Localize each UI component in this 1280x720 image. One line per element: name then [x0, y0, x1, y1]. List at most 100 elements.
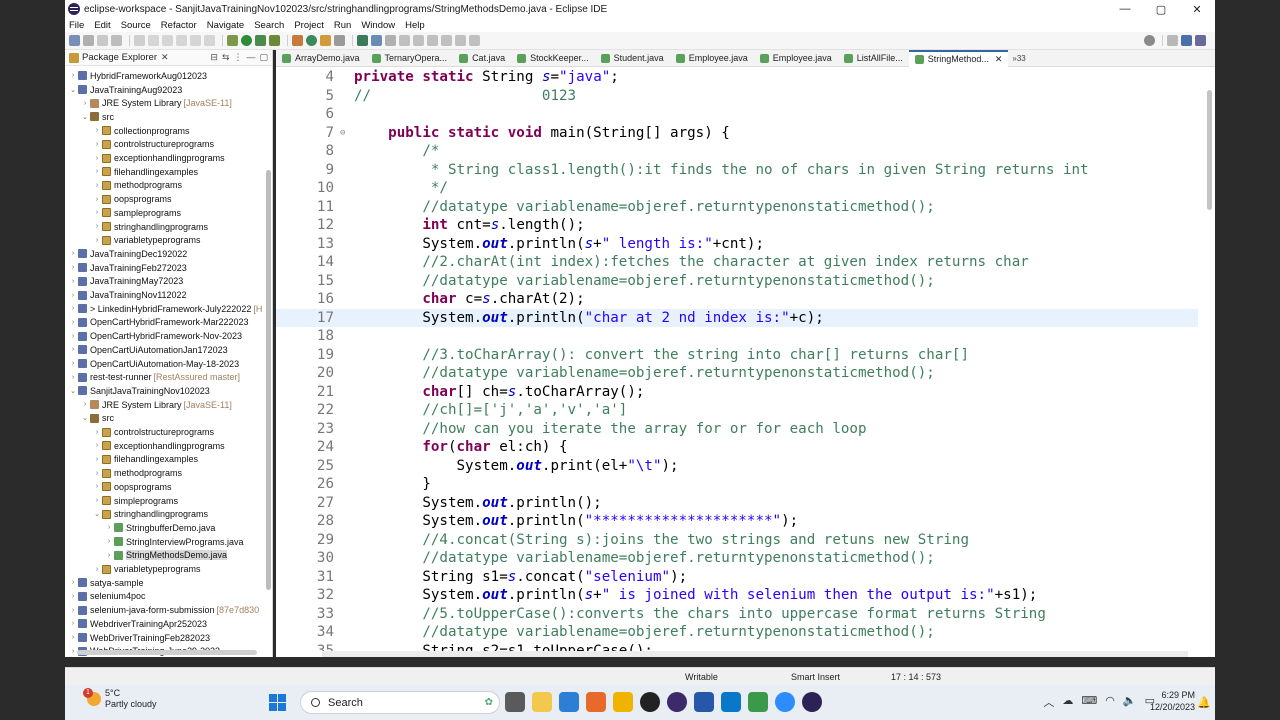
- code-line[interactable]: 30 //datatype variablename=objeref.retur…: [276, 549, 1198, 568]
- tree-item[interactable]: › StringInterviewPrograms.java: [105, 535, 244, 549]
- tree-item[interactable]: › exceptionhandlingprograms: [93, 151, 225, 165]
- java-perspective-icon[interactable]: [1181, 35, 1192, 46]
- chevron-right-icon[interactable]: ›: [69, 278, 77, 285]
- chevron-right-icon[interactable]: ›: [69, 250, 77, 257]
- new-package-icon[interactable]: [306, 35, 317, 46]
- notepad-icon[interactable]: [748, 692, 768, 712]
- new-java-project-icon[interactable]: [292, 35, 303, 46]
- chevron-right-icon[interactable]: ›: [93, 127, 101, 134]
- chevron-right-icon[interactable]: ›: [93, 196, 101, 203]
- tree-item[interactable]: › satya-sample: [69, 576, 144, 590]
- code-line[interactable]: 13 System.out.println(s+" length is:"+cn…: [276, 235, 1198, 254]
- tree-item[interactable]: › oopsprograms: [93, 480, 172, 494]
- view-menu-icon[interactable]: ⋮: [233, 52, 242, 63]
- package-explorer-hscrollbar[interactable]: [77, 650, 257, 655]
- code-line[interactable]: 24 for(char el:ch) {: [276, 438, 1198, 457]
- chevron-right-icon[interactable]: ›: [69, 620, 77, 627]
- code-line[interactable]: 25 System.out.print(el+"\t");: [276, 457, 1198, 476]
- word-icon[interactable]: [694, 692, 714, 712]
- tree-item[interactable]: › exceptionhandlingprograms: [93, 439, 225, 453]
- new-class-icon[interactable]: [320, 35, 331, 46]
- close-view-icon[interactable]: ✕: [161, 52, 169, 63]
- suspend-icon[interactable]: [162, 35, 173, 46]
- edit-icon[interactable]: [371, 35, 382, 46]
- tree-item[interactable]: › variabletypeprograms: [93, 562, 201, 576]
- chevron-right-icon[interactable]: ›: [93, 456, 101, 463]
- chevron-right-icon[interactable]: ›: [69, 648, 77, 655]
- more-tabs-indicator[interactable]: »33: [1012, 54, 1025, 63]
- code-line[interactable]: 27 System.out.println();: [276, 494, 1198, 513]
- collapse-all-icon[interactable]: ⊟: [210, 52, 218, 63]
- terminate-icon[interactable]: [176, 35, 187, 46]
- code-line[interactable]: 29 //4.concat(String s):joins the two st…: [276, 531, 1198, 550]
- menu-help[interactable]: Help: [405, 20, 425, 31]
- chevron-right-icon[interactable]: ›: [69, 333, 77, 340]
- debug-icon[interactable]: [227, 35, 238, 46]
- tree-item[interactable]: › simpleprograms: [93, 494, 178, 508]
- close-tab-icon[interactable]: ✕: [995, 54, 1003, 65]
- tree-item[interactable]: › methodprograms: [93, 466, 182, 480]
- chevron-right-icon[interactable]: ›: [93, 442, 101, 449]
- chevron-up-icon[interactable]: ︿: [1043, 694, 1054, 710]
- code-line[interactable]: 4 private static String s="java";: [276, 68, 1198, 87]
- chevron-down-icon[interactable]: ⌄: [69, 387, 77, 395]
- editor-tab[interactable]: StockKeeper...: [511, 50, 595, 67]
- wifi-icon[interactable]: ◠: [1105, 694, 1115, 710]
- tree-item[interactable]: › rest-test-runner [RestAssured master]: [69, 370, 240, 384]
- edge-icon[interactable]: [721, 692, 741, 712]
- menu-file[interactable]: File: [69, 20, 84, 31]
- chevron-right-icon[interactable]: ›: [69, 305, 77, 312]
- onedrive-icon[interactable]: ☁: [1062, 694, 1073, 710]
- minimize-button[interactable]: —: [1107, 0, 1143, 18]
- tree-item[interactable]: › > LinkedinHybridFramework-July222022 [H: [69, 302, 263, 316]
- chevron-right-icon[interactable]: ›: [81, 100, 89, 107]
- chevron-down-icon[interactable]: ⌄: [81, 113, 89, 121]
- tree-item[interactable]: › sampleprograms: [93, 206, 181, 220]
- notification-bell-icon[interactable]: 🔔: [1197, 696, 1211, 709]
- code-line[interactable]: 5 // 0123: [276, 87, 1198, 106]
- code-line[interactable]: 7 ⊖ public static void main(String[] args…: [276, 124, 1198, 143]
- taskbar-search[interactable]: Search ✿: [300, 691, 500, 714]
- tree-item[interactable]: › collectionprograms: [93, 124, 190, 138]
- tree-item[interactable]: › OpenCartUiAutomation-May-18-2023: [69, 357, 239, 371]
- chevron-right-icon[interactable]: ›: [105, 538, 113, 545]
- volume-icon[interactable]: 🔈: [1123, 694, 1137, 710]
- forward-icon[interactable]: [455, 35, 466, 46]
- code-line[interactable]: 31 String s1=s.concat("selenium");: [276, 568, 1198, 587]
- code-line[interactable]: 21 char[] ch=s.toCharArray();: [276, 383, 1198, 402]
- chevron-down-icon[interactable]: ⌄: [93, 510, 101, 518]
- editor-tab[interactable]: TernaryOpera...: [366, 50, 454, 67]
- chevron-right-icon[interactable]: ›: [93, 182, 101, 189]
- debug-perspective-icon[interactable]: [1195, 35, 1206, 46]
- code-line[interactable]: 18: [276, 327, 1198, 346]
- search-tool-icon[interactable]: [357, 35, 368, 46]
- coverage-icon[interactable]: [255, 35, 266, 46]
- open-perspective-icon[interactable]: [1167, 35, 1178, 46]
- chevron-right-icon[interactable]: ›: [69, 579, 77, 586]
- next-annotation-icon[interactable]: [413, 35, 424, 46]
- editor-vertical-scrollbar[interactable]: [1207, 90, 1212, 210]
- chevron-right-icon[interactable]: ›: [69, 264, 77, 271]
- system-clock[interactable]: 6:29 PM 12/20/2023: [1150, 689, 1195, 713]
- search-icon[interactable]: [1144, 35, 1155, 46]
- tree-item[interactable]: › variabletypeprograms: [93, 233, 201, 247]
- chevron-right-icon[interactable]: ›: [69, 634, 77, 641]
- chevron-right-icon[interactable]: ›: [93, 223, 101, 230]
- editor-tab[interactable]: StringMethod... ✕: [908, 49, 1009, 67]
- chevron-right-icon[interactable]: ›: [69, 593, 77, 600]
- code-line[interactable]: 33 //5.toUpperCase():converts the chars …: [276, 605, 1198, 624]
- code-line[interactable]: 10 */: [276, 179, 1198, 198]
- weather-widget[interactable]: 1 5°C Partly cloudy: [83, 688, 157, 710]
- code-line[interactable]: 32 System.out.println(s+" is joined with…: [276, 586, 1198, 605]
- file-explorer-icon[interactable]: [532, 692, 552, 712]
- maximize-button[interactable]: ▢: [1143, 0, 1179, 18]
- toggle-mark-icon[interactable]: [385, 35, 396, 46]
- code-line[interactable]: 26 }: [276, 475, 1198, 494]
- new-icon[interactable]: [69, 35, 80, 46]
- save-all-icon[interactable]: [97, 35, 108, 46]
- code-line[interactable]: 11 //datatype variablename=objeref.retur…: [276, 198, 1198, 217]
- tree-item[interactable]: › JavaTrainingNov112022: [69, 288, 187, 302]
- menu-navigate[interactable]: Navigate: [207, 20, 245, 31]
- chevron-right-icon[interactable]: ›: [93, 237, 101, 244]
- chevron-right-icon[interactable]: ›: [69, 607, 77, 614]
